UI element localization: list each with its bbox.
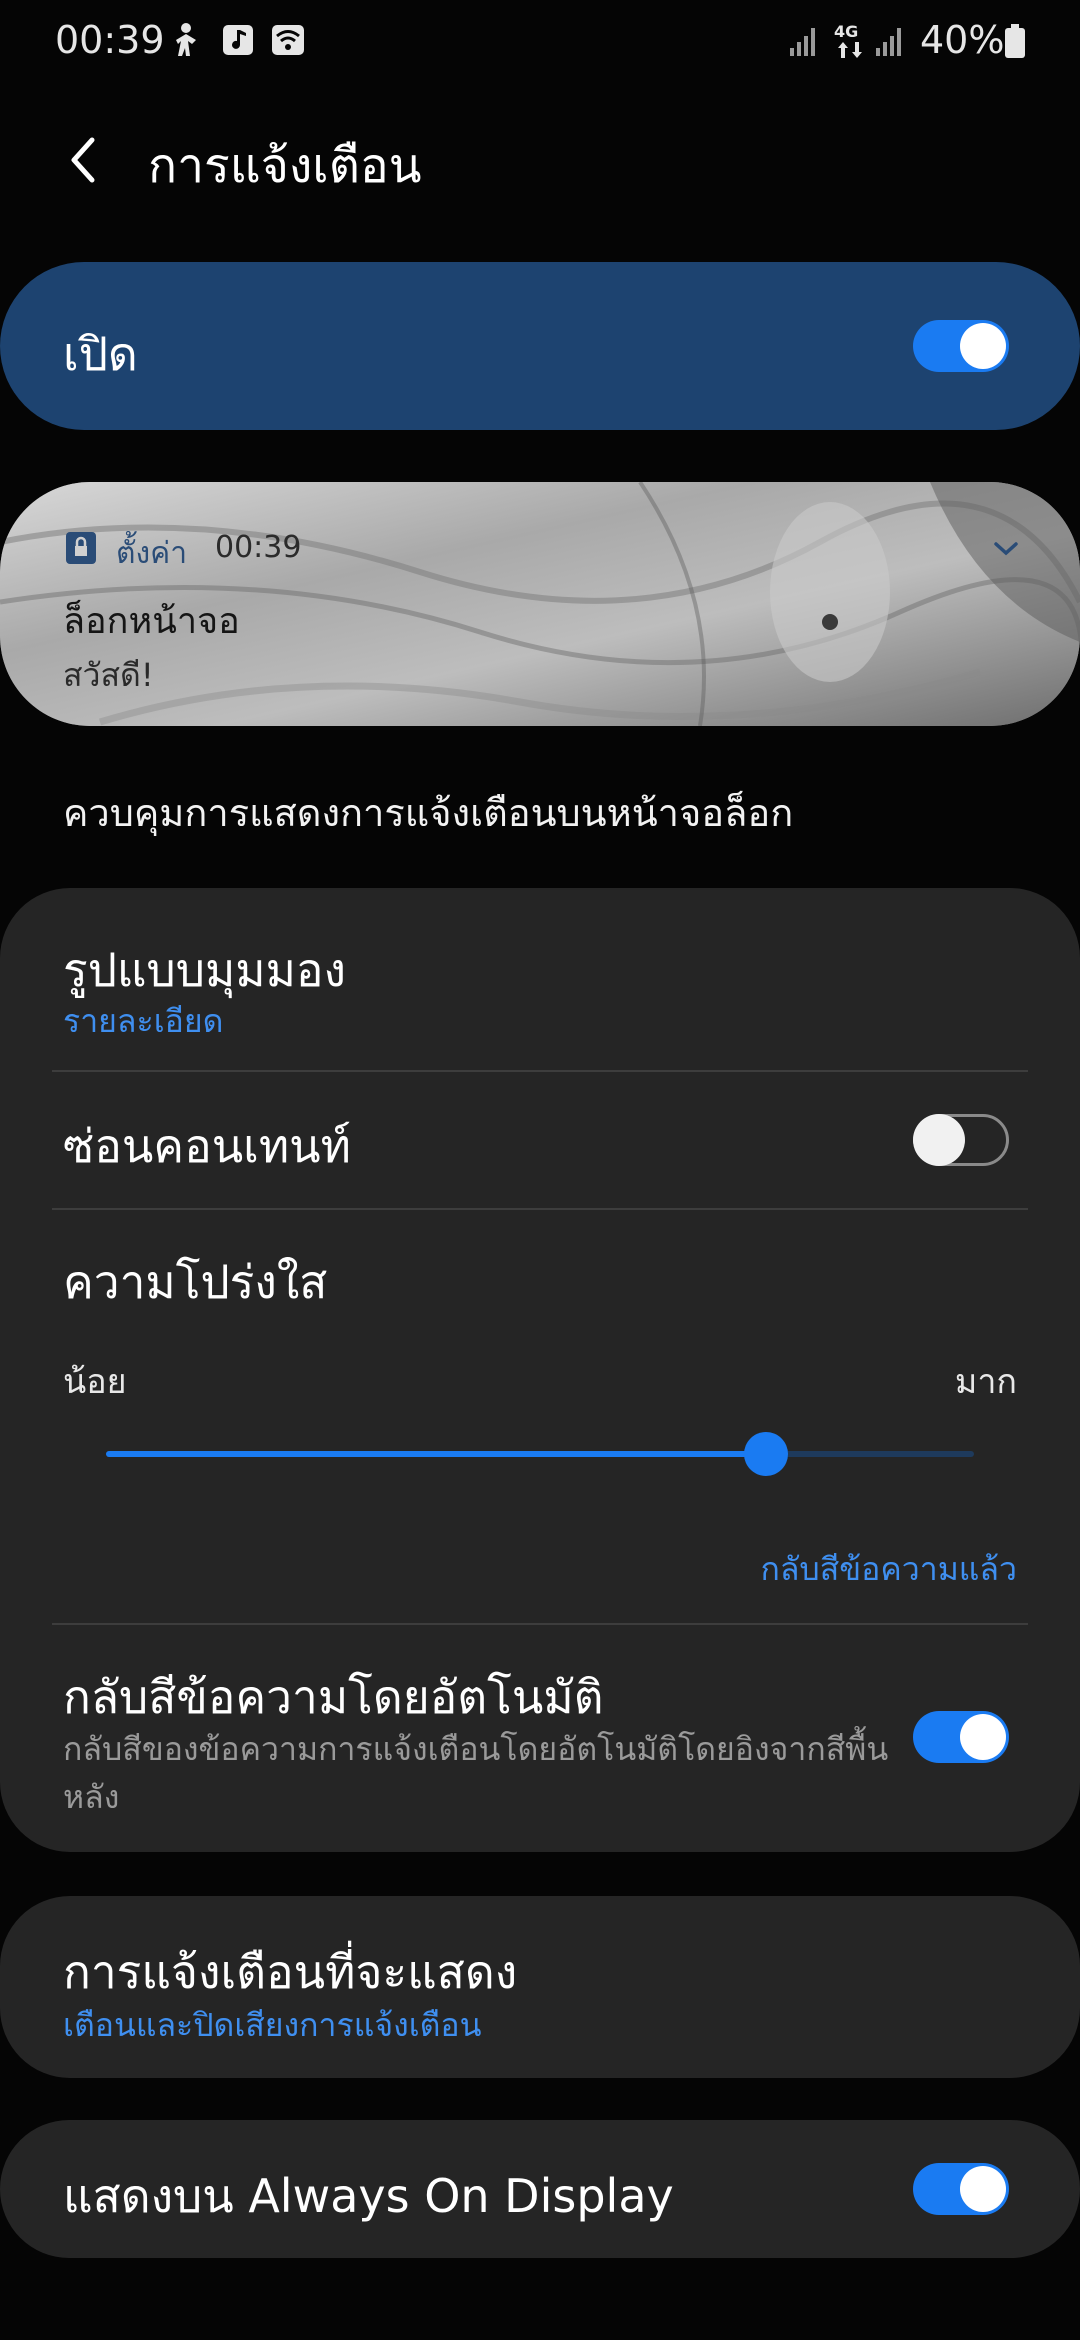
notifications-to-show-value: เตือนและปิดเสียงการแจ้งเตือน: [63, 2006, 482, 2044]
signal-icon: [876, 28, 901, 56]
slider-thumb[interactable]: [743, 1432, 788, 1476]
wifi-icon: [272, 25, 304, 55]
app-header: การแจ้งเตือน: [0, 110, 1080, 210]
master-switch-label: เปิด: [63, 327, 138, 381]
master-toggle[interactable]: [913, 320, 1009, 372]
preview-app-name: ตั้งค่า: [116, 536, 188, 571]
accessibility-icon: [176, 23, 196, 56]
always-on-display-title: แสดงบน Always On Display: [63, 2169, 674, 2223]
toggle-knob: [960, 2166, 1006, 2212]
view-style-row[interactable]: รูปแบบมุมมอง รายละเอียด: [0, 888, 1080, 1070]
network-type-label: 4G: [834, 22, 859, 41]
divider: [52, 1208, 1028, 1210]
chevron-down-icon[interactable]: [990, 534, 1022, 562]
slider-max-label: มาก: [954, 1362, 1017, 1402]
always-on-display-card[interactable]: แสดงบน Always On Display: [0, 2120, 1080, 2258]
battery-icon: [1005, 24, 1025, 58]
data-arrows-icon: 4G: [832, 22, 868, 62]
inverted-text-link[interactable]: กลับสีข้อความแล้ว: [760, 1544, 1017, 1595]
notifications-to-show-card[interactable]: การแจ้งเตือนที่จะแสดง เตือนและปิดเสียงกา…: [0, 1896, 1080, 2078]
auto-invert-row[interactable]: กลับสีข้อความโดยอัตโนมัติ กลับสีของข้อคว…: [0, 1625, 1080, 1852]
lock-icon: [66, 532, 96, 564]
slider-min-label: น้อย: [63, 1362, 127, 1402]
preview-body: สวัสดี!: [63, 656, 154, 694]
view-style-value: รายละเอียด: [63, 1002, 224, 1040]
hide-content-toggle[interactable]: [913, 1114, 1009, 1166]
preview-title: ล็อกหน้าจอ: [63, 601, 240, 642]
signal-icon: [790, 28, 815, 56]
battery-percent: 40%: [920, 18, 1005, 62]
transparency-title: ความโปร่งใส: [63, 1255, 328, 1309]
toggle-knob: [960, 1714, 1006, 1760]
section-caption: ควบคุมการแสดงการแจ้งเตือนบนหน้าจอล็อก: [63, 791, 794, 835]
slider-fill: [106, 1451, 766, 1457]
page-title: การแจ้งเตือน: [148, 138, 422, 194]
auto-invert-toggle[interactable]: [913, 1711, 1009, 1763]
auto-invert-description: กลับสีของข้อความการแจ้งเตือนโดยอัตโนมัติ…: [63, 1730, 889, 1816]
lock-screen-preview: ตั้งค่า 00:39 ล็อกหน้าจอ สวัสดี!: [0, 482, 1080, 726]
preview-time: 00:39: [215, 530, 302, 565]
hide-content-row[interactable]: ซ่อนคอนเทนท์: [0, 1072, 1080, 1206]
status-time: 00:39: [55, 18, 165, 62]
toggle-knob: [913, 1114, 965, 1166]
back-arrow-icon[interactable]: [56, 130, 116, 190]
auto-invert-title: กลับสีข้อความโดยอัตโนมัติ: [63, 1670, 604, 1724]
status-bar: 00:39 4G 40%: [0, 0, 1080, 84]
transparency-slider[interactable]: [106, 1432, 974, 1476]
music-icon: [223, 25, 253, 55]
always-on-display-toggle[interactable]: [913, 2163, 1009, 2215]
toggle-knob: [960, 323, 1006, 369]
lock-screen-settings-card: รูปแบบมุมมอง รายละเอียด ซ่อนคอนเทนท์ ควา…: [0, 888, 1080, 1852]
hide-content-title: ซ่อนคอนเทนท์: [63, 1119, 351, 1173]
notifications-to-show-title: การแจ้งเตือนที่จะแสดง: [63, 1945, 518, 1999]
master-switch-card[interactable]: เปิด: [0, 262, 1080, 430]
